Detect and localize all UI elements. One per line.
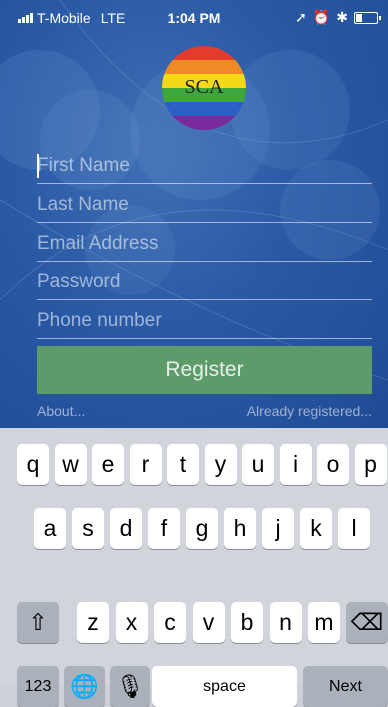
key-k[interactable]: k [300, 508, 332, 549]
globe-key[interactable]: 🌐 [64, 666, 105, 707]
key-x[interactable]: x [115, 602, 148, 643]
shift-icon: ⇧ [28, 609, 48, 635]
key-e[interactable]: e [92, 444, 124, 485]
key-h[interactable]: h [224, 508, 256, 549]
key-f[interactable]: f [148, 508, 180, 549]
first-name-field[interactable] [37, 149, 372, 184]
key-y[interactable]: y [204, 444, 237, 485]
email-input[interactable] [37, 227, 372, 261]
first-name-input[interactable] [37, 149, 372, 183]
key-g[interactable]: g [186, 508, 218, 549]
key-s[interactable]: s [72, 508, 104, 549]
text-cursor [37, 154, 39, 178]
about-link[interactable]: About... [37, 403, 85, 419]
numbers-key[interactable]: 123 [17, 666, 59, 707]
key-m[interactable]: m [308, 602, 340, 643]
key-z[interactable]: z [77, 602, 109, 643]
bluetooth-icon: ✱ [336, 9, 348, 25]
microphone-icon: 🎙 [115, 673, 145, 699]
alarm-icon: ⏰ [312, 9, 331, 25]
last-name-field[interactable] [37, 188, 372, 223]
key-d[interactable]: d [110, 508, 142, 549]
key-n[interactable]: n [269, 602, 302, 643]
app-screen: T-Mobile LTE 1:04 PM ➚ ⏰ ✱ SCA First Nam… [0, 0, 388, 428]
last-name-input[interactable] [37, 188, 372, 222]
key-c[interactable]: c [154, 602, 186, 643]
key-u[interactable]: u [242, 444, 274, 485]
phone-field[interactable] [37, 304, 372, 339]
key-l[interactable]: l [338, 508, 370, 549]
key-w[interactable]: w [54, 444, 87, 485]
sca-logo: SCA [162, 46, 246, 130]
key-q[interactable]: q [17, 444, 49, 485]
globe-icon: 🌐 [70, 673, 99, 699]
logo-text: SCA [185, 76, 224, 98]
register-button[interactable]: Register [37, 346, 372, 394]
key-a[interactable]: a [34, 508, 66, 549]
status-bar: T-Mobile LTE 1:04 PM ➚ ⏰ ✱ [0, 0, 388, 34]
space-key[interactable]: space [152, 666, 297, 707]
delete-icon: ⌫ [350, 609, 384, 635]
password-input[interactable] [37, 265, 372, 299]
keyboard: qwertyuiop asdfghjkl ⇧ ⌫ zxcvbnm 123 🌐 🎙… [0, 428, 388, 707]
key-j[interactable]: j [262, 508, 294, 549]
next-key[interactable]: Next [303, 666, 388, 707]
key-v[interactable]: v [192, 602, 225, 643]
already-registered-link[interactable]: Already registered... [247, 403, 372, 419]
delete-key[interactable]: ⌫ [346, 602, 388, 643]
microphone-key[interactable]: 🎙 [110, 666, 150, 707]
key-p[interactable]: p [354, 444, 387, 485]
key-i[interactable]: i [279, 444, 312, 485]
key-o[interactable]: o [317, 444, 349, 485]
shift-key[interactable]: ⇧ [17, 602, 59, 643]
location-icon: ➚ [295, 9, 307, 25]
email-field[interactable] [37, 227, 372, 262]
password-field[interactable] [37, 265, 372, 300]
key-r[interactable]: r [129, 444, 162, 485]
phone-input[interactable] [37, 304, 372, 338]
battery-icon [354, 11, 381, 24]
key-t[interactable]: t [167, 444, 199, 485]
key-b[interactable]: b [231, 602, 263, 643]
